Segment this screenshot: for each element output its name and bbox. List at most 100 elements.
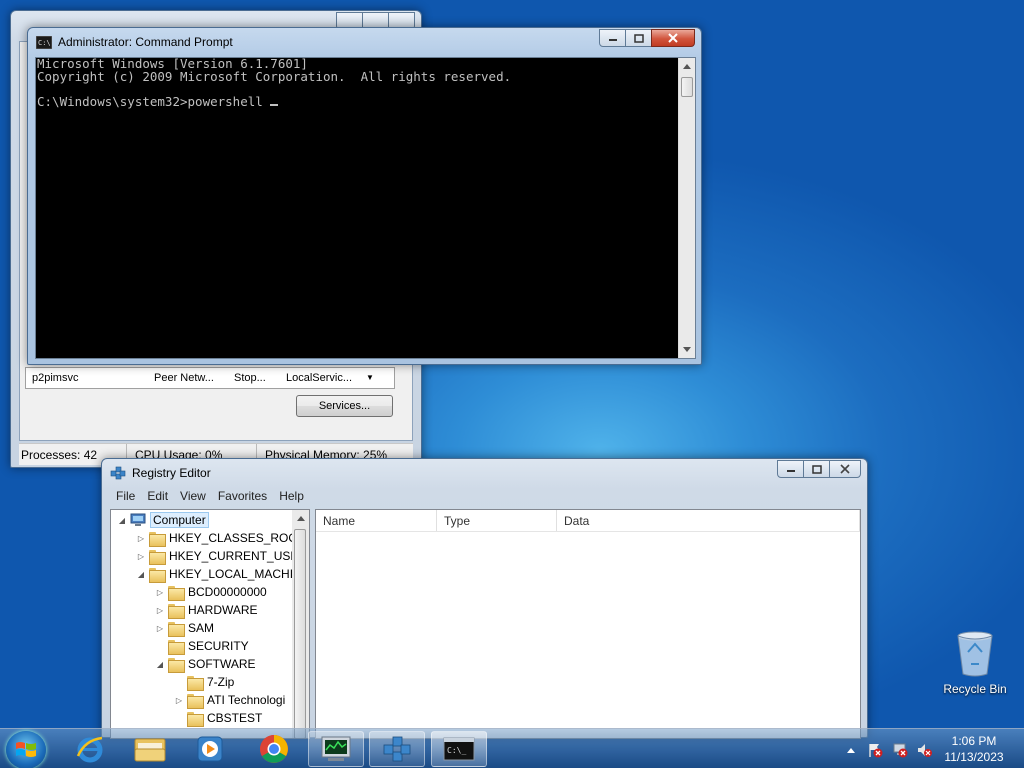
tree-item[interactable]: ▷ HKEY_CURRENT_USER: [136, 547, 307, 565]
internet-explorer-button[interactable]: [62, 731, 118, 767]
console-area[interactable]: Microsoft Windows [Version 6.1.7601] Copy…: [35, 57, 696, 359]
registry-titlebar[interactable]: Registry Editor: [102, 459, 867, 487]
service-group: LocalServic...: [286, 372, 353, 384]
action-center-tray[interactable]: [866, 741, 884, 759]
tree-vertical-scrollbar[interactable]: [292, 510, 309, 738]
tree-item[interactable]: ▷ ATI Technologi: [174, 691, 285, 709]
tree-item-label: HKEY_CLASSES_ROOT: [169, 531, 306, 545]
folder-icon: [187, 711, 204, 727]
column-headers: Name Type Data: [316, 510, 860, 532]
show-hidden-icons-button[interactable]: [842, 741, 860, 759]
command-prompt-window[interactable]: C:\ Administrator: Command Prompt Micros…: [27, 27, 702, 365]
folder-icon: [187, 675, 204, 691]
maximize-button[interactable]: [803, 460, 830, 478]
media-player-button[interactable]: [182, 731, 238, 767]
collapse-icon[interactable]: ◢: [155, 660, 165, 669]
tree-item[interactable]: ◢ Computer: [117, 511, 209, 529]
menu-file[interactable]: File: [110, 489, 141, 508]
folder-icon: [168, 603, 185, 619]
expand-icon[interactable]: ▷: [136, 534, 146, 543]
registry-editor-window[interactable]: Registry Editor File Edit View Favorites…: [101, 458, 868, 739]
task-manager-button[interactable]: [308, 731, 364, 767]
expand-icon[interactable]: ▷: [155, 588, 165, 597]
vertical-scrollbar[interactable]: [678, 58, 695, 358]
tree-item[interactable]: ▷ HKEY_CLASSES_ROOT: [136, 529, 305, 547]
expand-icon[interactable]: ▷: [174, 696, 184, 705]
windows-explorer-button[interactable]: [122, 731, 178, 767]
command-prompt-icon: C:\_: [443, 737, 475, 761]
console-prompt-line: C:\Windows\system32>powershell: [37, 95, 677, 109]
folder-icon: [168, 585, 185, 601]
tree-item-label: ATI Technologi: [207, 693, 286, 707]
tree-item[interactable]: SECURITY: [155, 637, 249, 655]
taskbar: C:\_ 1:06 PM 11/13/2023: [0, 728, 1024, 768]
folder-icon: [149, 549, 166, 565]
column-header-data[interactable]: Data: [557, 510, 860, 531]
close-button[interactable]: [829, 460, 861, 478]
menu-help[interactable]: Help: [273, 489, 310, 508]
minimize-button[interactable]: [777, 460, 804, 478]
minimize-button[interactable]: [599, 29, 626, 47]
tree-item-label: SECURITY: [188, 639, 249, 653]
tree-item[interactable]: ◢ HKEY_LOCAL_MACHINE: [136, 565, 309, 583]
tree-item[interactable]: ◢ SOFTWARE: [155, 655, 256, 673]
tree-item-label: SOFTWARE: [188, 657, 256, 671]
scroll-up-icon[interactable]: [292, 510, 309, 527]
cmd-titlebar[interactable]: C:\ Administrator: Command Prompt: [28, 28, 701, 56]
folder-icon: [168, 621, 185, 637]
console-line: Copyright (c) 2009 Microsoft Corporation…: [37, 68, 512, 84]
media-player-icon: [197, 736, 223, 762]
registry-values-list[interactable]: Name Type Data: [315, 509, 861, 739]
maximize-button[interactable]: [625, 29, 652, 47]
action-center-flag-icon: [869, 744, 883, 758]
folder-icon: [187, 693, 204, 709]
collapse-icon[interactable]: ◢: [117, 516, 127, 525]
column-header-name[interactable]: Name: [316, 510, 437, 531]
system-clock[interactable]: 1:06 PM 11/13/2023: [936, 733, 1012, 765]
menu-favorites[interactable]: Favorites: [212, 489, 273, 508]
folder-icon: [168, 657, 185, 673]
expand-icon[interactable]: ▷: [136, 552, 146, 561]
scroll-thumb[interactable]: [681, 77, 693, 97]
tree-item[interactable]: ▷ HARDWARE: [155, 601, 258, 619]
network-tray[interactable]: [891, 741, 909, 759]
scroll-up-icon[interactable]: [679, 58, 695, 75]
recycle-bin-icon: [957, 631, 993, 677]
tree-item-label: HARDWARE: [188, 603, 258, 617]
volume-tray[interactable]: [915, 741, 933, 759]
services-button[interactable]: Services...: [296, 395, 393, 417]
service-row[interactable]: p2pimsvc Peer Netw... Stop... LocalServi…: [25, 367, 395, 389]
folder-icon: [149, 567, 166, 583]
close-button[interactable]: [651, 29, 695, 47]
scroll-thumb[interactable]: [294, 529, 306, 738]
expand-icon[interactable]: ▷: [155, 624, 165, 633]
recycle-bin[interactable]: Recycle Bin: [940, 630, 1010, 696]
recycle-bin-label: Recycle Bin: [943, 682, 1007, 696]
registry-editor-icon: [110, 466, 126, 480]
console-output: Microsoft Windows [Version 6.1.7601] Copy…: [37, 58, 677, 358]
service-description: Peer Netw...: [154, 372, 214, 384]
menu-edit[interactable]: Edit: [141, 489, 174, 508]
menu-bar: File Edit View Favorites Help: [110, 489, 859, 508]
tree-item[interactable]: 7-Zip: [174, 673, 234, 691]
start-button[interactable]: [6, 731, 46, 768]
scroll-down-icon[interactable]: ▼: [361, 370, 379, 386]
windows-explorer-icon: [134, 738, 166, 762]
tree-item-label: 7-Zip: [207, 675, 235, 689]
tree-item[interactable]: ▷ BCD00000000: [155, 583, 267, 601]
registry-editor-button[interactable]: [369, 731, 425, 767]
task-manager-icon: [321, 736, 351, 761]
expand-icon[interactable]: ▷: [155, 606, 165, 615]
command-prompt-button[interactable]: C:\_: [431, 731, 487, 767]
tree-item[interactable]: ▷ SAM: [155, 619, 214, 637]
chrome-button[interactable]: [246, 731, 302, 767]
scroll-down-icon[interactable]: [679, 341, 695, 358]
registry-tree[interactable]: ◢ Computer ▷ HKEY_CLASSES_ROOT ▷ HKEY_CURRENT…: [110, 509, 310, 739]
column-header-type[interactable]: Type: [437, 510, 557, 531]
menu-view[interactable]: View: [174, 489, 212, 508]
close-icon: [840, 464, 850, 474]
collapse-icon[interactable]: ◢: [136, 570, 146, 579]
close-icon: [668, 33, 678, 43]
tree-item-label: SAM: [188, 621, 215, 635]
tree-item[interactable]: CBSTEST: [174, 709, 262, 727]
